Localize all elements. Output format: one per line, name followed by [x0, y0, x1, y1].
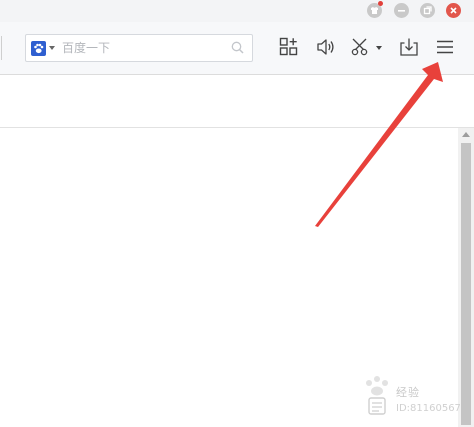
baidu-paw-icon	[366, 376, 388, 415]
watermark: 经验 ID:81160567	[360, 374, 470, 422]
annotation-arrow-icon	[315, 62, 443, 227]
watermark-id: ID:81160567	[396, 403, 461, 414]
watermark-title: 经验	[396, 386, 420, 399]
